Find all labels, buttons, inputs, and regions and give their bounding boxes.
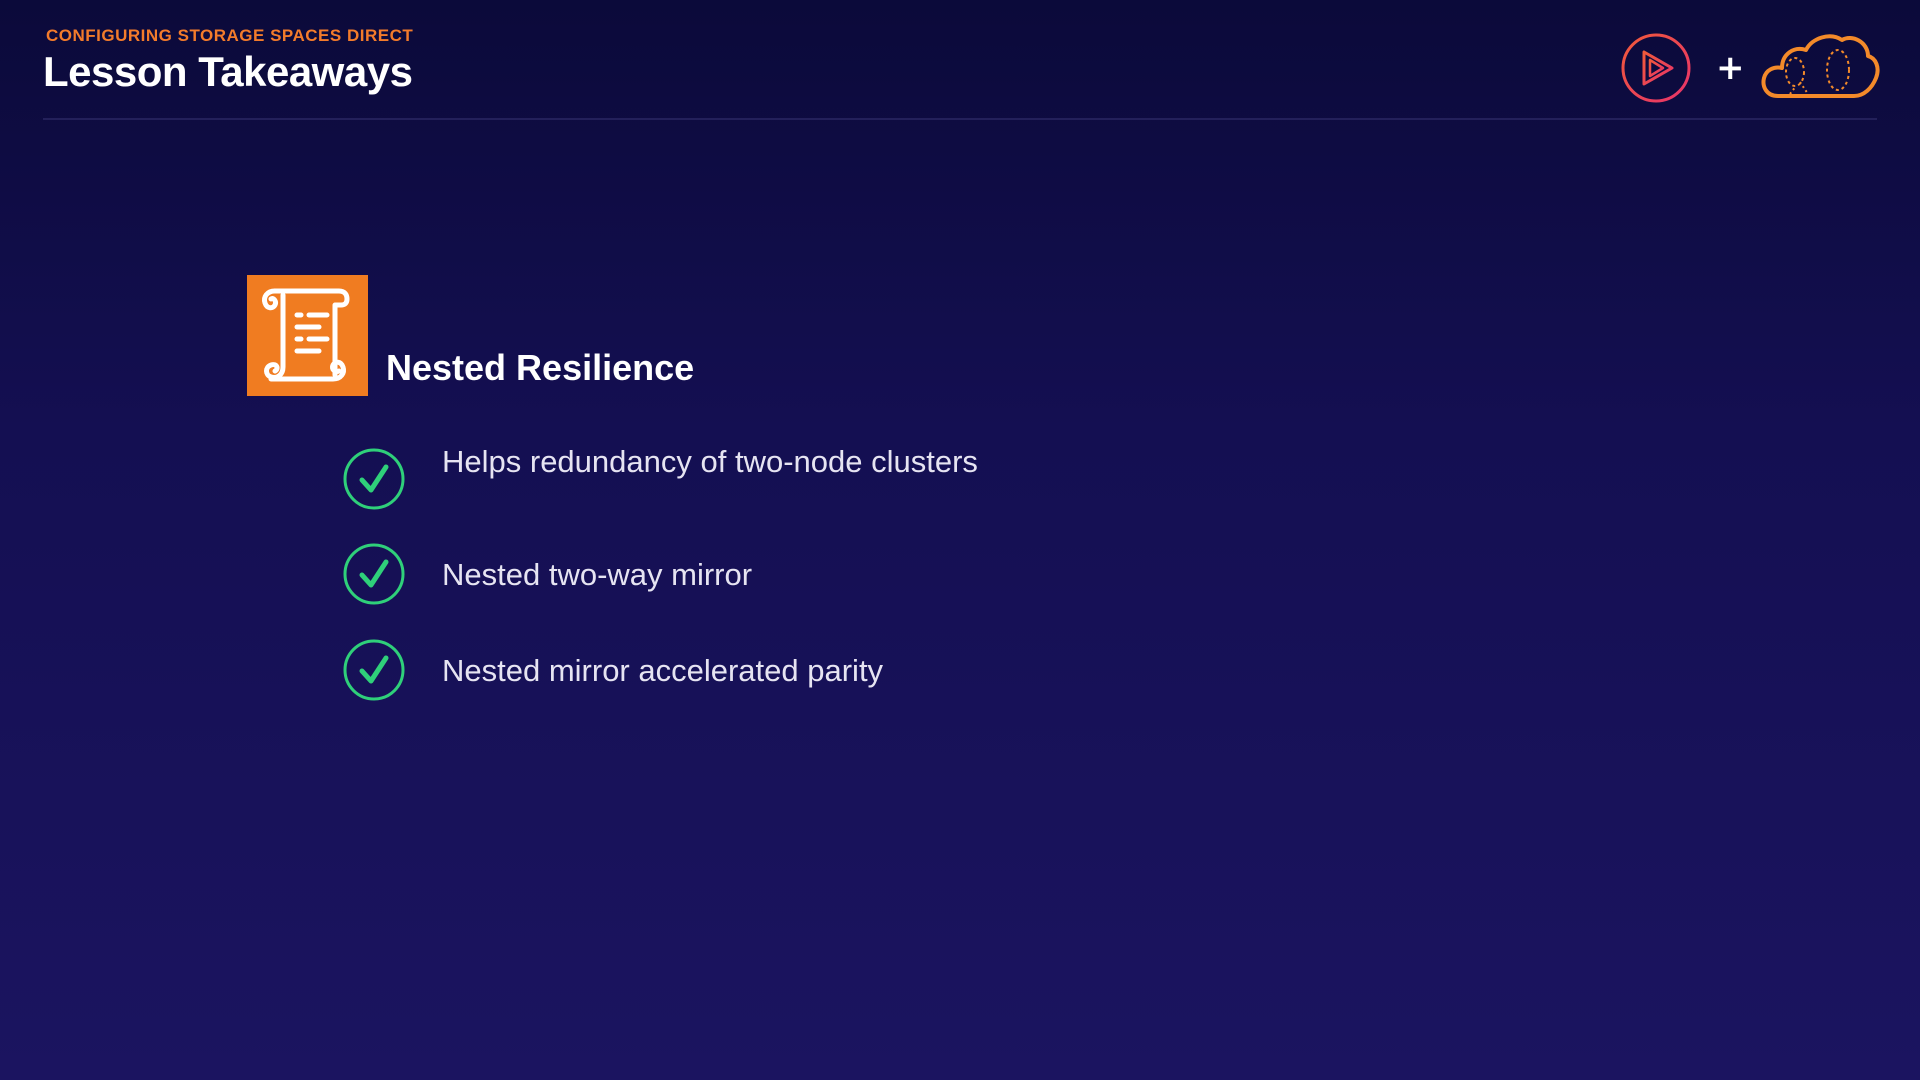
cloud-logo-icon [1761,34,1880,98]
header-divider [43,118,1877,120]
scroll-icon [247,275,368,396]
check-circle-icon [343,448,405,510]
list-item-text: Nested two-way mirror [442,557,753,592]
plus-icon: + [1716,48,1745,88]
slide-header: CONFIGURING STORAGE SPACES DIRECT Lesson… [43,22,413,96]
brand-logos: + [1620,30,1880,106]
check-circle-icon [343,543,405,605]
play-logo-icon [1621,33,1691,103]
topic-title: Nested Resilience [386,347,695,388]
lesson-title: Lesson Takeaways [43,48,413,95]
list-item-text: Nested mirror accelerated parity [442,653,884,688]
course-label: CONFIGURING STORAGE SPACES DIRECT [46,26,414,45]
check-circle-icon [343,639,405,701]
list-item-text: Helps redundancy of two-node clusters [442,444,978,479]
